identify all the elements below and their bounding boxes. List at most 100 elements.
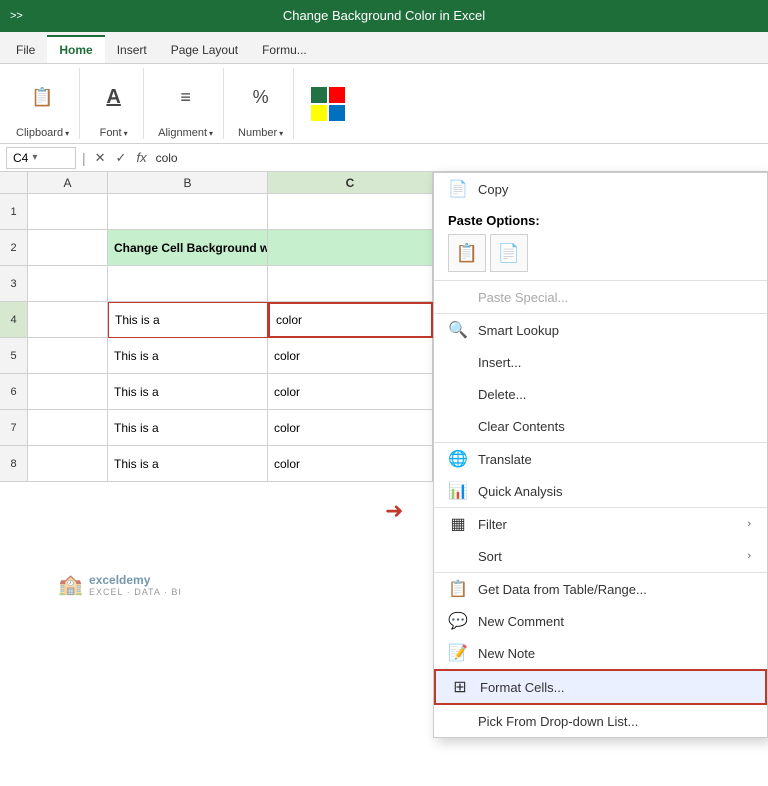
filter-label: Filter [478,517,737,532]
ribbon-group-number: % Number ▾ [228,68,294,139]
formula-confirm-icon[interactable]: ✓ [113,150,130,166]
clear-contents-label: Clear Contents [478,419,751,434]
context-menu-copy[interactable]: 📄 Copy [434,173,767,205]
cell-C4[interactable]: color [268,302,433,338]
cell-B8[interactable]: This is a [108,446,268,482]
row-number-6: 6 [0,374,28,410]
context-menu-quick-analysis[interactable]: 📊 Quick Analysis [434,475,767,507]
context-menu-new-comment[interactable]: 💬 New Comment [434,605,767,637]
context-menu-pick-dropdown[interactable]: Pick From Drop-down List... [434,705,767,737]
context-menu-translate[interactable]: 🌐 Translate [434,442,767,475]
col-header-A[interactable]: A [28,172,108,193]
pick-dropdown-label: Pick From Drop-down List... [478,714,751,729]
formula-bar: C4 ▾ | ✕ ✓ fx colo [0,144,768,172]
new-note-label: New Note [478,646,751,661]
cell-B3[interactable] [108,266,268,302]
cell-B6[interactable]: This is a [108,374,268,410]
get-data-label: Get Data from Table/Range... [478,582,751,597]
cell-A8[interactable] [28,446,108,482]
delete-icon [448,384,468,404]
cell-C6[interactable]: color [268,374,433,410]
cell-C7[interactable]: color [268,410,433,446]
tab-page-layout[interactable]: Page Layout [159,37,250,63]
formula-fx-icon[interactable]: fx [133,150,149,165]
col-header-C[interactable]: C [268,172,433,193]
context-menu-filter[interactable]: ▦ Filter › [434,507,767,540]
col-header-B[interactable]: B [108,172,268,193]
new-comment-icon: 💬 [448,611,468,631]
cell-C5[interactable]: color [268,338,433,374]
pick-dropdown-icon [448,711,468,731]
context-menu-insert[interactable]: Insert... [434,346,767,378]
cell-B2[interactable]: Change Cell Background with [108,230,268,266]
ribbon-group-styles [298,68,358,139]
font-icon[interactable]: A [97,81,131,115]
row-number-header [0,172,28,193]
context-menu-delete[interactable]: Delete... [434,378,767,410]
table-row: 4 This is a color [0,302,435,338]
delete-label: Delete... [478,387,751,402]
context-menu: 📄 Copy Paste Options: 📋 📄 Paste Special.… [433,172,768,738]
format-cells-label: Format Cells... [480,680,749,695]
context-menu-clear-contents[interactable]: Clear Contents [434,410,767,442]
row-number-3: 3 [0,266,28,302]
paste-icon-btn-2[interactable]: 📄 [490,234,528,272]
row-number-8: 8 [0,446,28,482]
context-menu-new-note[interactable]: 📝 New Note [434,637,767,669]
insert-icon [448,352,468,372]
font-label: Font ▾ [100,127,128,139]
context-menu-smart-lookup[interactable]: 🔍 Smart Lookup [434,313,767,346]
cell-B7[interactable]: This is a [108,410,268,446]
smart-lookup-label: Smart Lookup [478,323,751,338]
insert-label: Insert... [478,355,751,370]
cell-B1[interactable] [108,194,268,230]
tab-formulas[interactable]: Formu... [250,37,319,63]
context-menu-format-cells[interactable]: ⊞ Format Cells... [434,669,767,705]
formula-cancel-icon[interactable]: ✕ [92,150,109,166]
formula-bar-controls: ✕ ✓ fx [92,150,150,166]
sort-label: Sort [478,549,737,564]
tab-home[interactable]: Home [47,35,104,63]
quick-analysis-label: Quick Analysis [478,484,751,499]
paste-special-icon [448,287,468,307]
clipboard-icon[interactable]: 📋 [26,81,60,115]
quick-analysis-icon: 📊 [448,481,468,501]
cell-C2[interactable] [268,230,433,266]
tab-insert[interactable]: Insert [105,37,159,63]
cell-A1[interactable] [28,194,108,230]
cell-A4[interactable] [28,302,108,338]
ribbon-toolbar: 📋 Clipboard ▾ A Font ▾ ≡ Alignment ▾ % N… [0,64,768,144]
cell-A6[interactable] [28,374,108,410]
table-row: 5 This is a color [0,338,435,374]
number-label: Number ▾ [238,127,283,139]
context-menu-get-data[interactable]: 📋 Get Data from Table/Range... [434,572,767,605]
cell-B5[interactable]: This is a [108,338,268,374]
cell-A3[interactable] [28,266,108,302]
cell-C1[interactable] [268,194,433,230]
expand-icon[interactable]: >> [10,6,23,26]
spreadsheet[interactable]: A B C 1 2 Change Cell Background with [0,172,435,602]
cell-C3[interactable] [268,266,433,302]
smart-lookup-icon: 🔍 [448,320,468,340]
tab-file[interactable]: File [4,37,47,63]
cell-B4[interactable]: This is a [108,302,268,338]
row-number-1: 1 [0,194,28,230]
number-icon[interactable]: % [244,81,278,115]
cell-C8[interactable]: color [268,446,433,482]
paste-icon-btn-1[interactable]: 📋 [448,234,486,272]
cell-reference-box[interactable]: C4 ▾ [6,147,76,169]
table-row: 3 [0,266,435,302]
translate-icon: 🌐 [448,449,468,469]
watermark-name: exceldemy [89,573,182,587]
paste-icons-row: 📋 📄 [448,234,753,272]
cell-A5[interactable] [28,338,108,374]
cell-A7[interactable] [28,410,108,446]
watermark-subtext: EXCEL · DATA · BI [89,587,182,597]
new-comment-label: New Comment [478,614,751,629]
alignment-icon[interactable]: ≡ [169,81,203,115]
cell-A2[interactable] [28,230,108,266]
paste-special-label: Paste Special... [478,290,751,305]
main-content: A B C 1 2 Change Cell Background with [0,172,768,602]
row-number-7: 7 [0,410,28,446]
context-menu-sort[interactable]: Sort › [434,540,767,572]
